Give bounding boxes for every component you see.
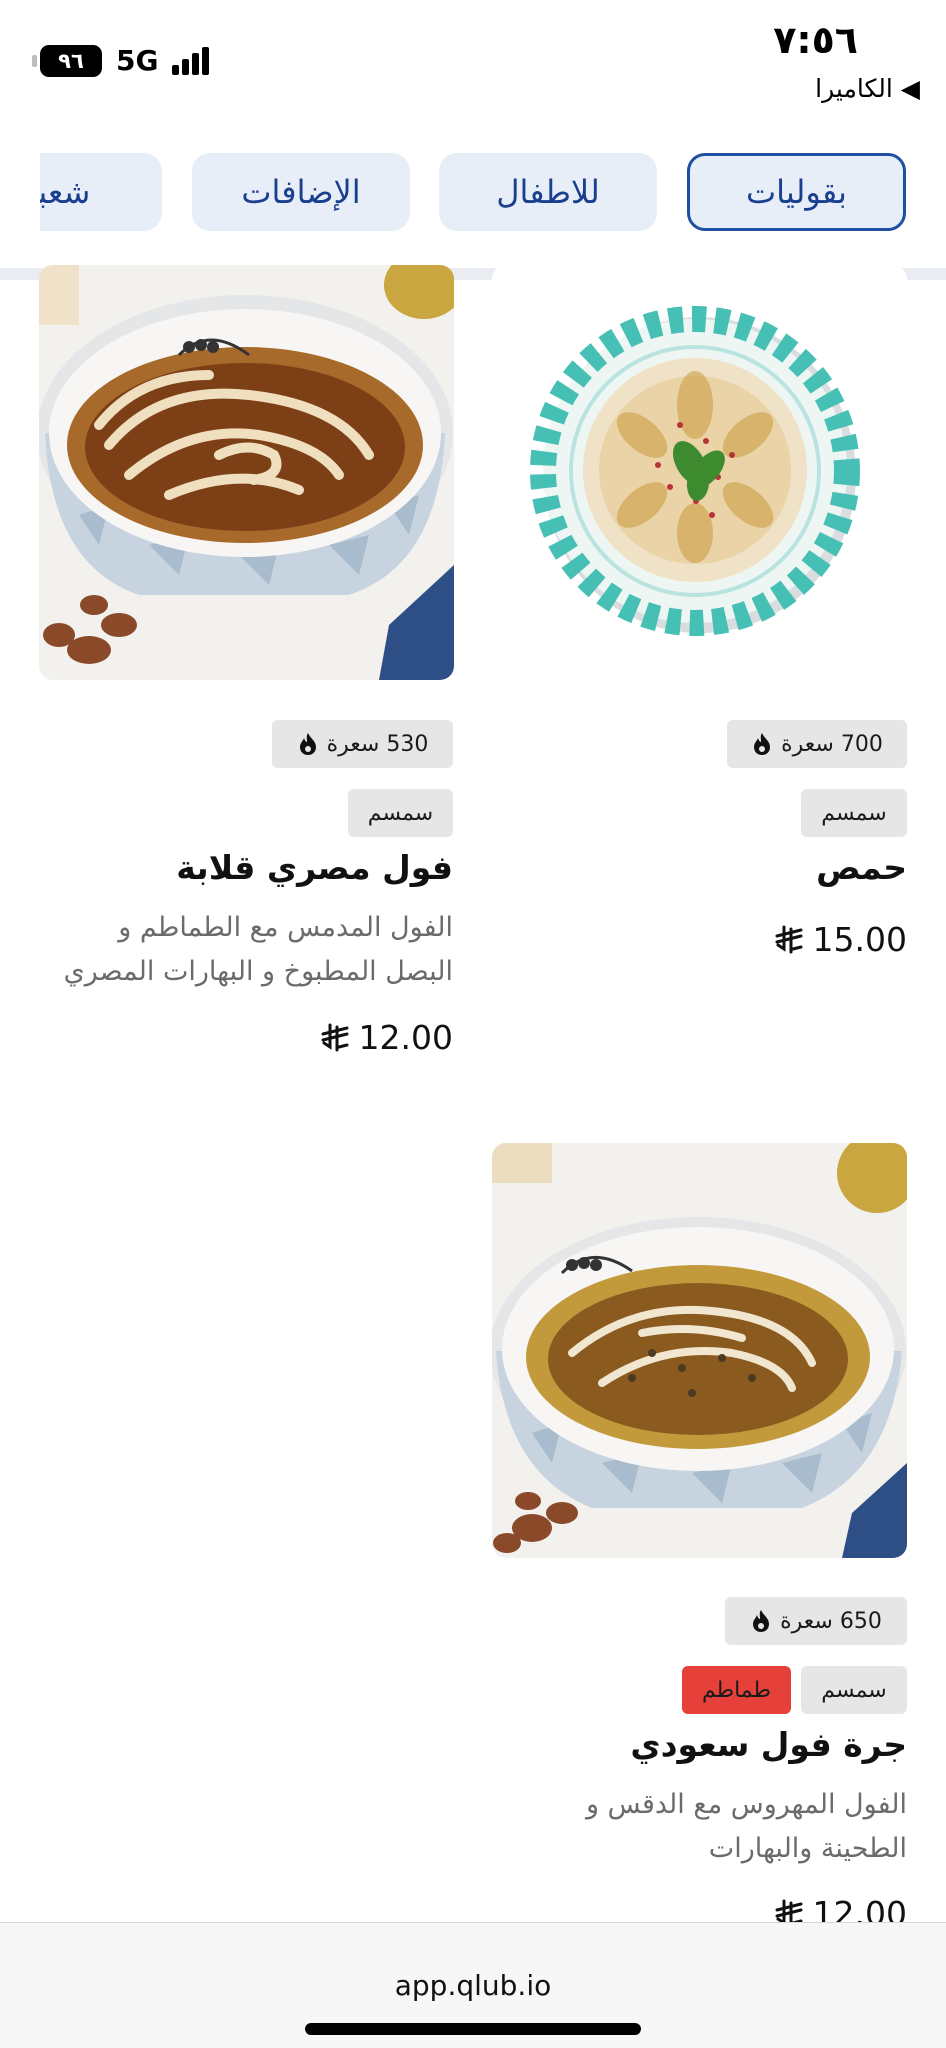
tab-kids[interactable]: للاطفال	[439, 153, 657, 231]
flame-icon	[299, 733, 316, 755]
allergen-tag: سمسم	[801, 789, 907, 837]
calorie-badge: 700 سعرة	[727, 720, 907, 768]
tab-legumes[interactable]: بقوليات	[687, 153, 906, 231]
battery-level: ٩٦	[58, 48, 84, 73]
allergen-tag: سمسم	[801, 1666, 907, 1714]
browser-address-bar[interactable]: app.qlub.io	[0, 1922, 946, 2048]
status-bar: ٩٦ 5G ٧:٥٦ ◀ الكاميرا	[0, 0, 946, 120]
category-tabs: بقوليات للاطفال الإضافات شعبي	[40, 150, 946, 234]
item-name[interactable]: فول مصري قلابة	[176, 848, 453, 887]
saudi-riyal-icon	[321, 1023, 349, 1051]
signal-icon	[172, 46, 210, 75]
tab-popular[interactable]: شعبي	[40, 153, 162, 231]
network-type: 5G	[116, 44, 159, 77]
foul-masri-image[interactable]	[39, 265, 454, 680]
jarrat-foul-image[interactable]	[492, 1143, 907, 1558]
home-indicator[interactable]	[305, 2023, 641, 2035]
item-description: الفول المدمس مع الطماطم و البصل المطبوخ …	[63, 912, 453, 987]
allergen-tag-tomato: طماطم	[682, 1666, 791, 1714]
back-to-app-link[interactable]: ◀ الكاميرا	[815, 74, 920, 103]
clock: ٧:٥٦	[773, 18, 858, 62]
hummus-image[interactable]	[492, 265, 907, 680]
item-name[interactable]: جرة فول سعودي	[630, 1725, 907, 1764]
status-indicators: ٩٦ 5G	[32, 44, 210, 77]
allergen-tag: سمسم	[348, 789, 453, 837]
item-price: 15.00	[775, 920, 907, 959]
calorie-badge: 530 سعرة	[272, 720, 453, 768]
battery-icon: ٩٦	[32, 44, 102, 77]
flame-icon	[754, 733, 771, 755]
tab-addons[interactable]: الإضافات	[192, 153, 410, 231]
calorie-badge: 650 سعرة	[725, 1597, 907, 1645]
flame-icon	[753, 1610, 770, 1632]
saudi-riyal-icon	[775, 925, 803, 953]
url-text[interactable]: app.qlub.io	[0, 1969, 946, 2002]
item-description: الفول المهروس مع الدقس و الطحينة والبهار…	[585, 1789, 907, 1864]
item-name[interactable]: حمص	[816, 848, 907, 887]
item-price: 12.00	[321, 1018, 453, 1057]
